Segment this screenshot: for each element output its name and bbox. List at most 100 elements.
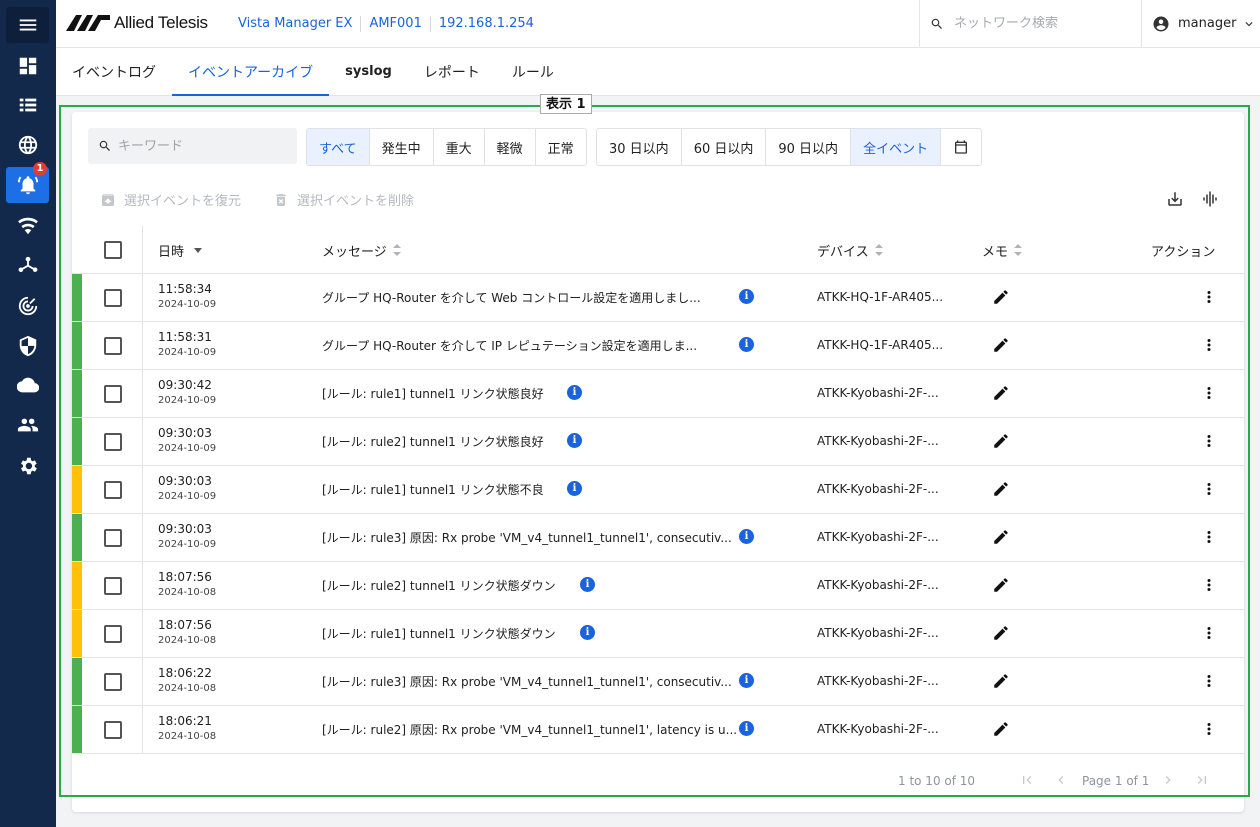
info-icon[interactable]: i	[739, 289, 754, 304]
period-60-days[interactable]: 60 日以内	[680, 129, 766, 165]
row-checkbox[interactable]	[104, 721, 122, 739]
last-page-button[interactable]	[1194, 772, 1210, 788]
tab-event-log[interactable]: イベントログ	[56, 48, 172, 95]
edit-memo-button[interactable]	[992, 480, 1010, 498]
severity-active[interactable]: 発生中	[368, 129, 433, 165]
edit-memo-button[interactable]	[992, 672, 1010, 690]
row-checkbox[interactable]	[104, 385, 122, 403]
sidebar-item-wireless[interactable]	[6, 208, 49, 244]
sidebar-item-network[interactable]	[6, 127, 49, 163]
user-menu[interactable]: manager	[1141, 0, 1260, 47]
row-actions-button[interactable]	[1200, 528, 1218, 546]
edit-memo-button[interactable]	[992, 528, 1010, 546]
row-checkbox[interactable]	[104, 481, 122, 499]
edit-memo-button[interactable]	[992, 720, 1010, 738]
column-settings-button[interactable]	[1201, 190, 1219, 208]
event-date: 2024-10-08	[158, 635, 217, 646]
restore-selected-button[interactable]: 選択イベントを復元	[100, 190, 241, 209]
edit-memo-button[interactable]	[992, 336, 1010, 354]
table-row[interactable]: 09:30:03 2024-10-09 [ルール: rule3] 原因: Rx pr…	[72, 514, 1244, 562]
network-search-input[interactable]	[954, 16, 1134, 31]
delete-selected-button[interactable]: 選択イベントを削除	[273, 190, 414, 209]
info-icon[interactable]: i	[739, 337, 754, 352]
next-page-button[interactable]	[1160, 772, 1176, 788]
sidebar-item-security[interactable]	[6, 328, 49, 364]
sidebar-item-settings[interactable]	[6, 448, 49, 484]
period-30-days[interactable]: 30 日以内	[597, 129, 681, 165]
row-checkbox[interactable]	[104, 577, 122, 595]
row-checkbox[interactable]	[104, 673, 122, 691]
crumb-area[interactable]: AMF001	[360, 15, 429, 32]
sidebar-item-dashboard[interactable]	[6, 48, 49, 84]
column-datetime[interactable]: 日時	[158, 226, 203, 274]
info-icon[interactable]: i	[567, 481, 582, 496]
row-checkbox[interactable]	[104, 289, 122, 307]
row-actions-button[interactable]	[1200, 480, 1218, 498]
info-icon[interactable]: i	[739, 673, 754, 688]
info-icon[interactable]: i	[567, 385, 582, 400]
sidebar-item-list[interactable]	[6, 87, 49, 123]
table-row[interactable]: 18:07:56 2024-10-08 [ルール: rule2] tunnel1 リ…	[72, 562, 1244, 610]
row-checkbox[interactable]	[104, 529, 122, 547]
table-row[interactable]: 11:58:34 2024-10-09 グループ HQ-Router を介して We…	[72, 274, 1244, 322]
download-button[interactable]	[1166, 190, 1184, 208]
tab-event-archive[interactable]: イベントアーカイブ	[172, 48, 330, 96]
edit-memo-button[interactable]	[992, 624, 1010, 642]
info-icon[interactable]: i	[580, 577, 595, 592]
edit-memo-button[interactable]	[992, 288, 1010, 306]
edit-memo-button[interactable]	[992, 432, 1010, 450]
row-actions-button[interactable]	[1200, 336, 1218, 354]
row-actions-button[interactable]	[1200, 624, 1218, 642]
severity-minor[interactable]: 軽微	[483, 129, 535, 165]
sidebar-item-radar[interactable]	[6, 288, 49, 324]
keyword-input[interactable]	[118, 138, 288, 154]
table-row[interactable]: 18:07:56 2024-10-08 [ルール: rule1] tunnel1 リ…	[72, 610, 1244, 658]
table-row[interactable]: 09:30:42 2024-10-09 [ルール: rule1] tunnel1 リ…	[72, 370, 1244, 418]
edit-memo-button[interactable]	[992, 576, 1010, 594]
severity-critical[interactable]: 重大	[432, 129, 484, 165]
tab-report[interactable]: レポート	[408, 48, 496, 95]
column-memo[interactable]: メモ	[982, 226, 1023, 274]
period-all-events[interactable]: 全イベント	[850, 129, 941, 165]
severity-all[interactable]: すべて	[307, 129, 369, 165]
period-90-days[interactable]: 90 日以内	[765, 129, 850, 165]
tab-rule[interactable]: ルール	[496, 48, 570, 95]
row-actions-button[interactable]	[1200, 576, 1218, 594]
crumb-address[interactable]: 192.168.1.254	[429, 15, 542, 32]
row-checkbox[interactable]	[104, 433, 122, 451]
sidebar-item-events[interactable]: 1	[6, 162, 49, 203]
row-checkbox[interactable]	[104, 337, 122, 355]
table-row[interactable]: 18:06:22 2024-10-08 [ルール: rule3] 原因: Rx pr…	[72, 658, 1244, 706]
event-device: ATKK-HQ-1F-AR405...	[817, 338, 944, 352]
table-row[interactable]: 11:58:31 2024-10-09 グループ HQ-Router を介して IP…	[72, 322, 1244, 370]
info-icon[interactable]: i	[739, 721, 754, 736]
tab-syslog[interactable]: syslog	[329, 48, 408, 95]
info-icon[interactable]: i	[739, 529, 754, 544]
sidebar-item-topology[interactable]	[6, 248, 49, 284]
previous-page-button[interactable]	[1053, 772, 1069, 788]
info-icon[interactable]: i	[567, 433, 582, 448]
date-picker-button[interactable]	[940, 129, 981, 165]
row-checkbox[interactable]	[104, 625, 122, 643]
severity-normal[interactable]: 正常	[534, 129, 586, 165]
sidebar-menu-button[interactable]	[6, 7, 49, 43]
info-icon[interactable]: i	[580, 625, 595, 640]
sidebar-item-users[interactable]	[6, 407, 49, 443]
edit-memo-button[interactable]	[992, 384, 1010, 402]
row-actions-button[interactable]	[1200, 288, 1218, 306]
table-row[interactable]: 09:30:03 2024-10-09 [ルール: rule2] tunnel1 リ…	[72, 418, 1244, 466]
row-actions-button[interactable]	[1200, 432, 1218, 450]
column-device[interactable]: デバイス	[817, 226, 883, 274]
column-message[interactable]: メッセージ	[322, 226, 401, 274]
table-row[interactable]: 18:06:21 2024-10-08 [ルール: rule2] 原因: Rx pr…	[72, 706, 1244, 754]
sidebar-item-cloud[interactable]	[6, 367, 49, 403]
first-page-button[interactable]	[1019, 772, 1035, 788]
row-actions-button[interactable]	[1200, 672, 1218, 690]
row-actions-button[interactable]	[1200, 720, 1218, 738]
row-actions-button[interactable]	[1200, 384, 1218, 402]
crumb-product[interactable]: Vista Manager EX	[230, 16, 360, 32]
select-all-checkbox[interactable]	[104, 241, 122, 259]
table-row[interactable]: 09:30:03 2024-10-09 [ルール: rule1] tunnel1 リ…	[72, 466, 1244, 514]
network-search	[919, 0, 1141, 47]
brand-logo[interactable]: Allied Telesis	[66, 11, 208, 35]
